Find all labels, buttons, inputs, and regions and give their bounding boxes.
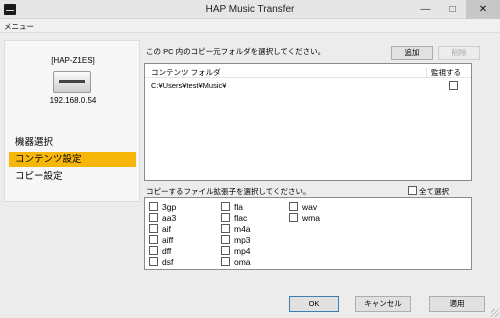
checkbox[interactable]: [221, 257, 230, 266]
checkbox[interactable]: [149, 224, 158, 233]
extension-label: oma: [234, 257, 251, 267]
apply-button[interactable]: 適用: [429, 296, 485, 312]
checkbox[interactable]: [221, 235, 230, 244]
column-header-folder[interactable]: コンテンツ フォルダ: [151, 67, 221, 78]
resize-grip[interactable]: [491, 309, 499, 317]
cancel-button[interactable]: キャンセル: [355, 296, 411, 312]
checkbox[interactable]: [221, 202, 230, 211]
left-panel: [HAP-Z1ES] 192.168.0.54 機器選択 コンテンツ設定 コピー…: [4, 40, 140, 202]
checkbox[interactable]: [221, 213, 230, 222]
add-button[interactable]: 追加: [391, 46, 433, 60]
ok-button[interactable]: OK: [289, 296, 339, 312]
checkbox[interactable]: [221, 246, 230, 255]
folder-list[interactable]: コンテンツ フォルダ 監視する C:¥Users¥test¥Music¥: [144, 63, 472, 181]
extension-label: 3gp: [162, 202, 177, 212]
folder-path: C:¥Users¥test¥Music¥: [151, 81, 227, 90]
checkbox[interactable]: [149, 202, 158, 211]
extension-instruction: コピーするファイル拡張子を選択してください。: [146, 187, 311, 196]
device-image: [53, 71, 91, 93]
folder-list-header: コンテンツ フォルダ 監視する: [145, 64, 471, 78]
extension-label: wma: [302, 213, 320, 223]
nav-item-device-select[interactable]: 機器選択: [9, 135, 136, 150]
extension-label: m4a: [234, 224, 251, 234]
nav-item-copy-settings[interactable]: コピー設定: [9, 169, 136, 184]
checkbox[interactable]: [149, 257, 158, 266]
select-all-label: 全て選択: [419, 187, 449, 196]
checkbox[interactable]: [221, 224, 230, 233]
minimize-button[interactable]: —: [412, 0, 439, 19]
close-button[interactable]: ✕: [466, 0, 500, 19]
extension-label: mp4: [234, 246, 251, 256]
device-ip: 192.168.0.54: [49, 96, 97, 105]
checkbox[interactable]: [149, 235, 158, 244]
delete-button[interactable]: 削除: [438, 46, 480, 60]
select-all-box[interactable]: [408, 186, 417, 195]
extension-label: dsf: [162, 257, 174, 267]
menu-bar: メニュー: [0, 19, 500, 33]
menu-item-menu[interactable]: メニュー: [4, 21, 34, 32]
extension-label: aif: [162, 224, 171, 234]
extension-label: wav: [302, 202, 318, 212]
extension-label: mp3: [234, 235, 251, 245]
checkbox[interactable]: [149, 246, 158, 255]
extension-label: aiff: [162, 235, 174, 245]
column-header-monitor[interactable]: 監視する: [426, 67, 461, 78]
extension-label: fla: [234, 202, 243, 212]
extension-label: flac: [234, 213, 248, 223]
device-name: [HAP-Z1ES]: [51, 56, 95, 65]
folder-row[interactable]: C:¥Users¥test¥Music¥: [145, 79, 471, 92]
title-bar: HAP Music Transfer — □ ✕: [0, 0, 500, 19]
monitor-checkbox[interactable]: [449, 81, 458, 90]
checkbox[interactable]: [149, 213, 158, 222]
maximize-button[interactable]: □: [439, 0, 466, 19]
extension-list: 3gp aa3 aif aiff dff dsf fla flac m4a mp…: [144, 197, 472, 270]
nav-item-content-settings[interactable]: コンテンツ設定: [9, 152, 136, 167]
checkbox[interactable]: [289, 202, 298, 211]
checkbox[interactable]: [289, 213, 298, 222]
extension-label: aa3: [162, 213, 177, 223]
extension-label: dff: [162, 246, 172, 256]
folder-instruction: この PC 内のコピー元フォルダを選択してください。: [146, 47, 326, 56]
